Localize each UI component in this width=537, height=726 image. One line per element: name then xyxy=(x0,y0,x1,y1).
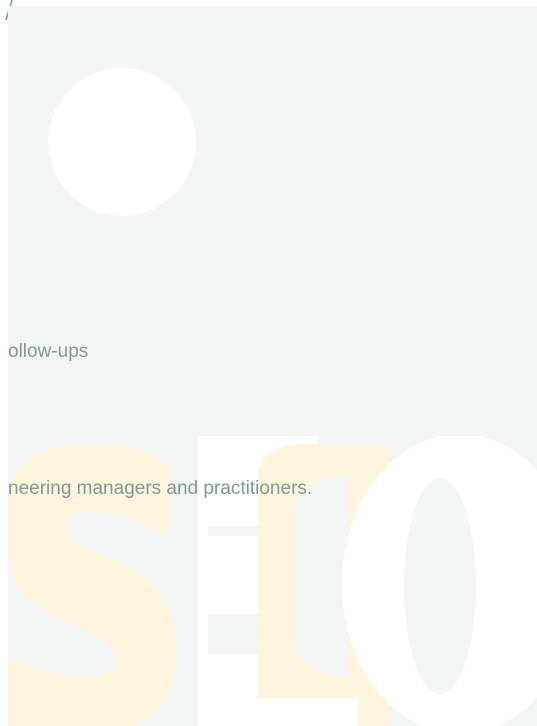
audience-text: neering managers and practitioners. xyxy=(8,478,313,499)
page: ollow-ups neering managers and practitio… xyxy=(0,0,537,726)
decorative-circle xyxy=(48,68,196,216)
watermark-base-band xyxy=(198,698,358,726)
followups-text: ollow-ups xyxy=(8,341,89,362)
content-panel: ollow-ups neering managers and practitio… xyxy=(8,6,537,726)
